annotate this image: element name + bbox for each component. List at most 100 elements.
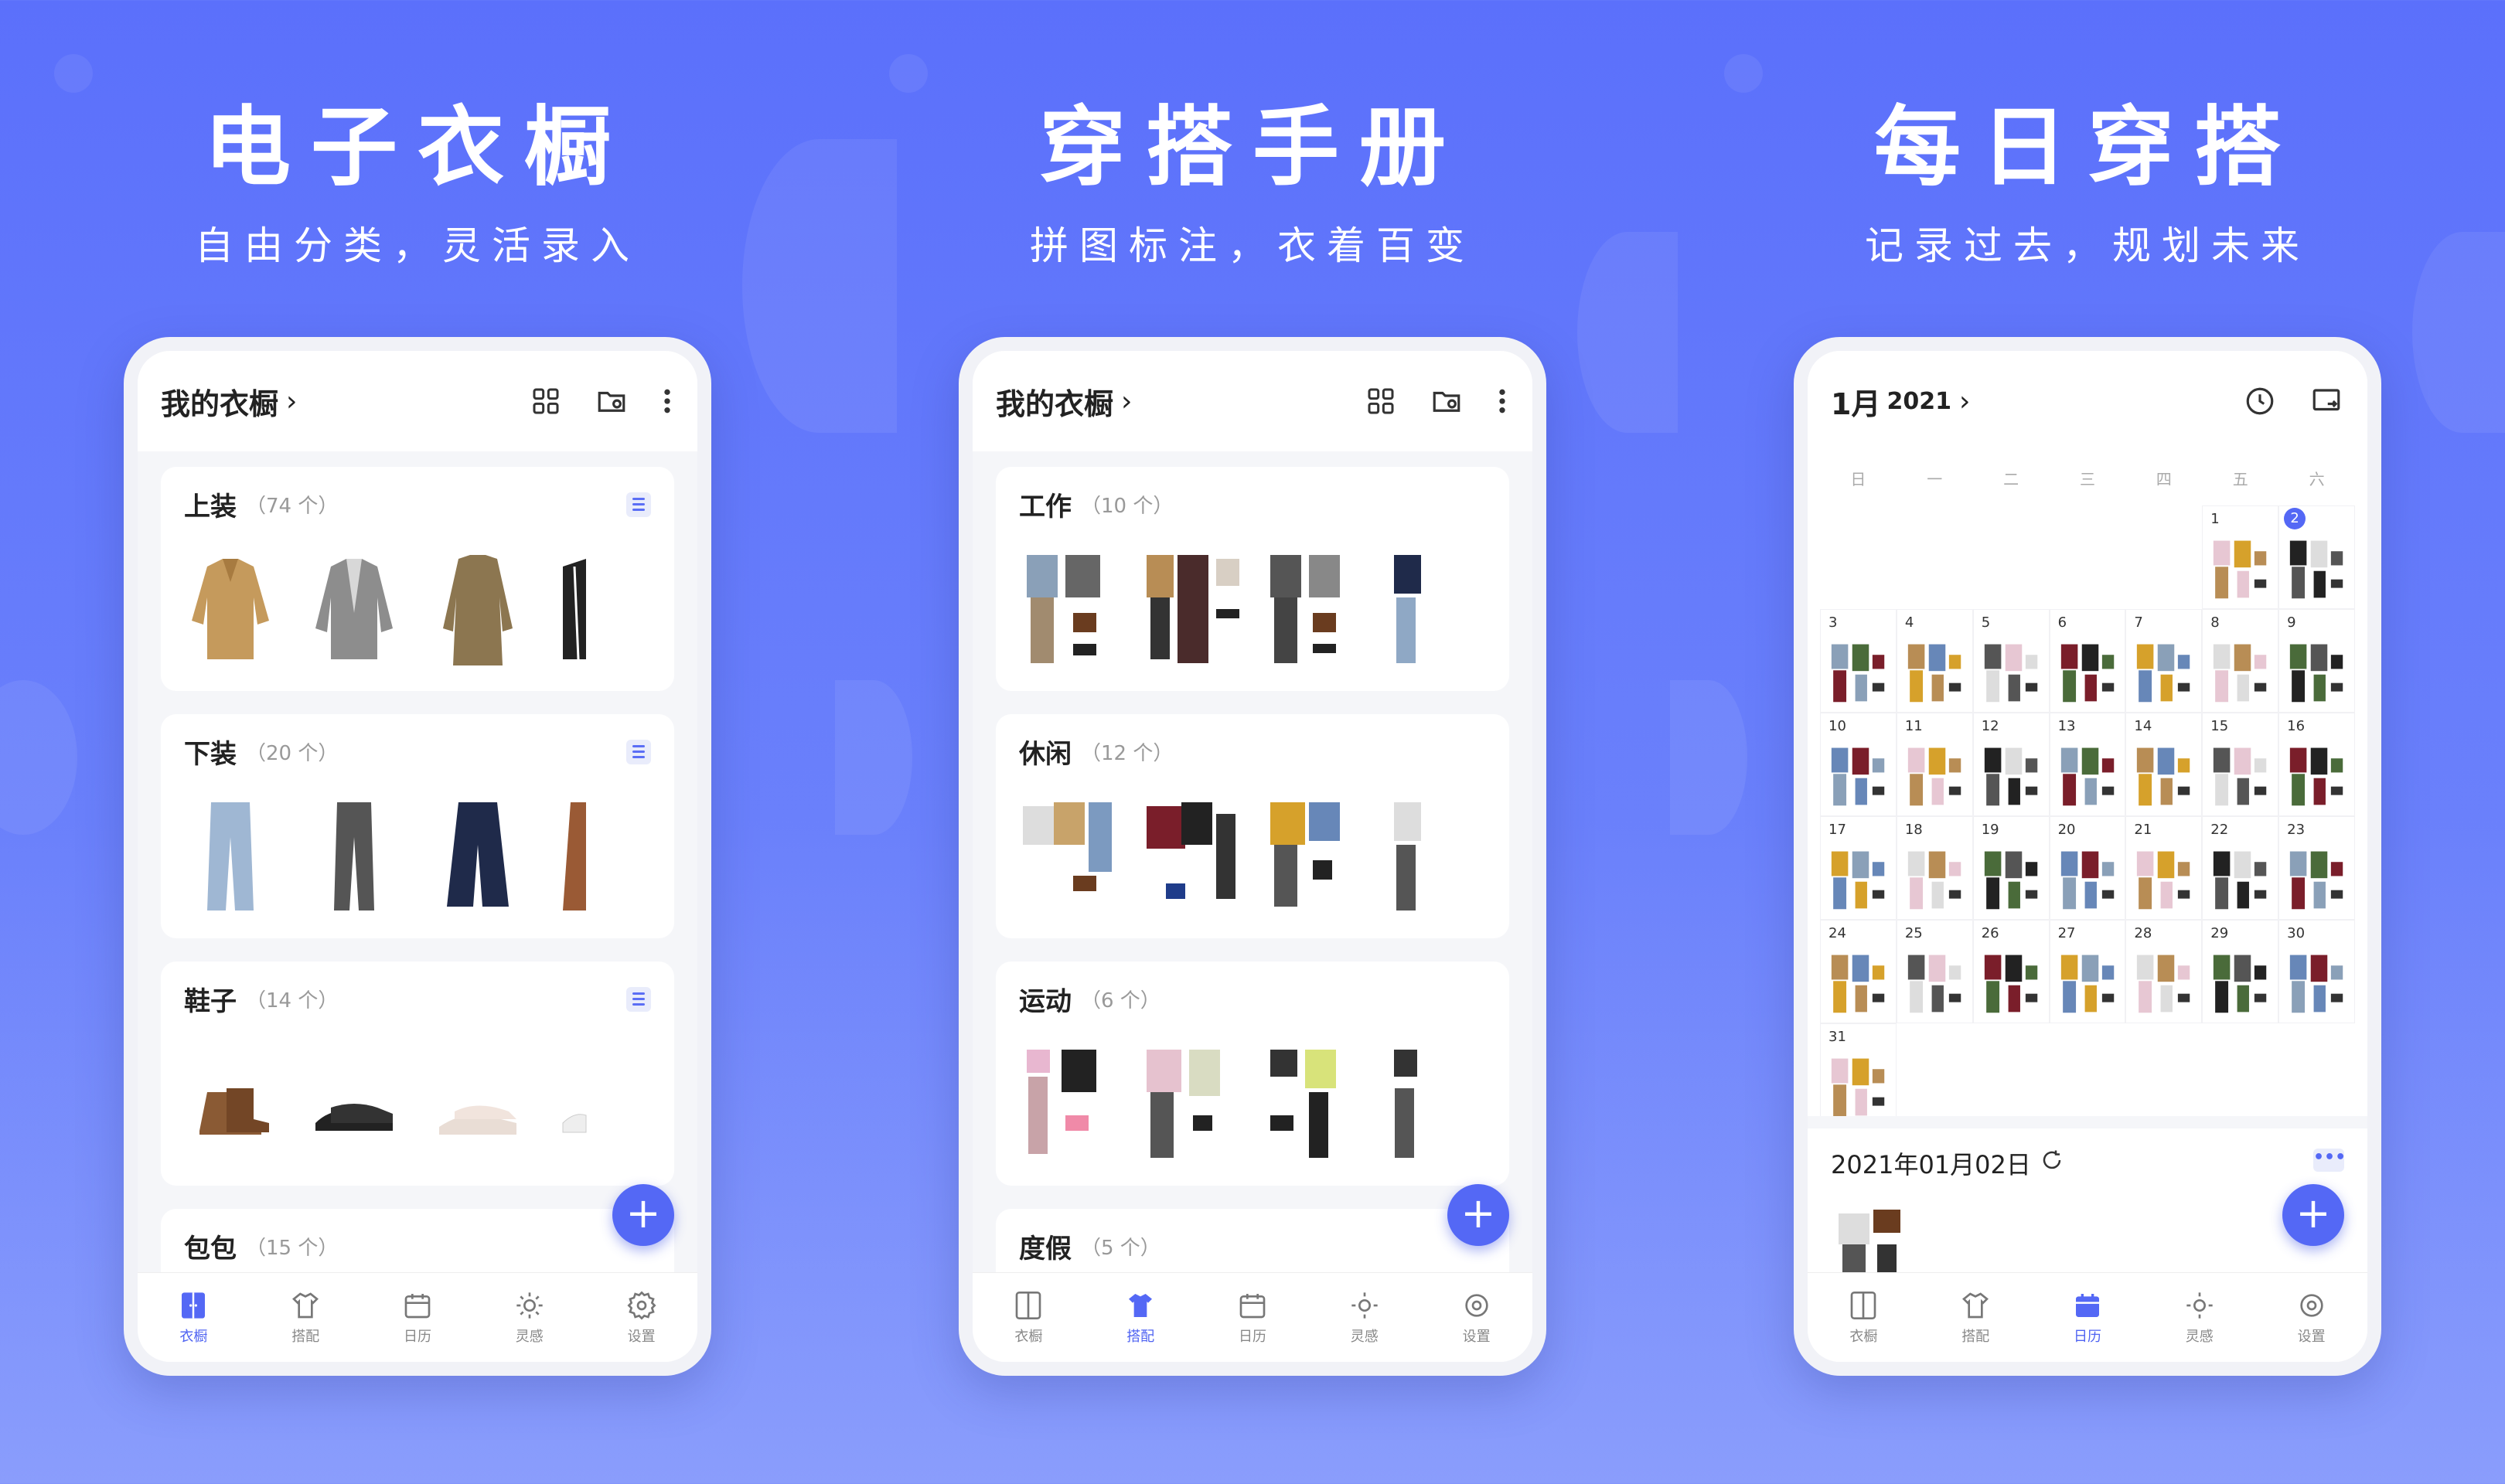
category-card-shoes[interactable]: 鞋子 （14 个）	[161, 962, 674, 1186]
tab-outfits[interactable]: 搭配	[1929, 1290, 2022, 1346]
list-menu-icon[interactable]	[626, 986, 651, 1012]
clothing-item-jeans[interactable]	[184, 798, 277, 914]
calendar-day-cell[interactable]: 6	[2049, 609, 2126, 713]
grid-icon[interactable]	[530, 386, 561, 417]
tab-wardrobe[interactable]: 衣橱	[1817, 1290, 1910, 1346]
calendar-day-cell[interactable]: 3	[1820, 609, 1897, 713]
category-card-tops[interactable]: 上装 （74 个）	[161, 467, 674, 691]
day-outfit-thumbnail[interactable]	[1831, 1206, 1924, 1283]
outfit-thumbnail[interactable]	[1019, 798, 1112, 914]
tab-outfits[interactable]: 搭配	[259, 1290, 352, 1346]
calendar-day-cell[interactable]: 14	[2125, 713, 2203, 816]
calendar-day-cell[interactable]: 9	[2278, 609, 2355, 713]
tab-inspiration[interactable]: 灵感	[2153, 1290, 2246, 1346]
outfit-thumbnail[interactable]	[1266, 798, 1359, 914]
calendar-day-cell[interactable]: 12	[1972, 713, 2050, 816]
more-vertical-icon[interactable]	[1497, 386, 1508, 417]
calendar-day-cell[interactable]: 20	[2049, 816, 2126, 920]
calendar-day-cell[interactable]: 18	[1896, 816, 1973, 920]
outfit-thumbnail[interactable]	[1390, 551, 1483, 667]
calendar-day-cell[interactable]: 29	[2202, 920, 2279, 1023]
tab-settings[interactable]: 设置	[2265, 1290, 2358, 1346]
refresh-icon[interactable]	[2040, 1149, 2064, 1178]
wardrobe-title-button[interactable]: 我的衣橱 ›	[161, 380, 297, 423]
calendar-day-cell[interactable]: 5	[1972, 609, 2050, 713]
tab-inspiration[interactable]: 灵感	[483, 1290, 576, 1346]
tab-settings[interactable]: 设置	[1430, 1290, 1523, 1346]
tab-wardrobe[interactable]: 衣橱	[982, 1290, 1075, 1346]
calendar-day-cell[interactable]: 8	[2202, 609, 2279, 713]
outfit-thumbnail[interactable]	[1143, 551, 1239, 667]
calendar-day-cell[interactable]: 17	[1820, 816, 1897, 920]
outfit-card-work[interactable]: 工作 （10 个）	[996, 467, 1509, 691]
tab-outfits[interactable]: 搭配	[1094, 1290, 1187, 1346]
folder-settings-icon[interactable]	[1430, 385, 1463, 417]
clothing-item-blazer[interactable]	[308, 551, 400, 667]
calendar-day-cell[interactable]: 31	[1820, 1023, 1897, 1127]
shoe-item-boots[interactable]	[184, 1046, 277, 1162]
calendar-day-cell[interactable]: 10	[1820, 713, 1897, 816]
outfit-card-casual[interactable]: 休闲 （12 个）	[996, 714, 1509, 938]
more-vertical-icon[interactable]	[662, 386, 673, 417]
category-name: 包包	[184, 1234, 237, 1264]
outfit-thumbnail[interactable]	[1266, 551, 1359, 667]
outfit-thumbnail[interactable]	[1266, 1046, 1359, 1162]
outfit-card-vacation[interactable]: 度假 （5 个）	[996, 1209, 1509, 1272]
folder-settings-icon[interactable]	[595, 385, 628, 417]
tab-calendar[interactable]: 日历	[2041, 1290, 2134, 1346]
calendar-day-cell[interactable]: 16	[2278, 713, 2355, 816]
grid-icon[interactable]	[1365, 386, 1396, 417]
calendar-day-cell[interactable]: 4	[1896, 609, 1973, 713]
calendar-day-cell[interactable]: 24	[1820, 920, 1897, 1023]
calendar-day-cell[interactable]: 22	[2202, 816, 2279, 920]
outfit-thumbnail[interactable]	[1390, 798, 1483, 914]
calendar-day-cell[interactable]: 30	[2278, 920, 2355, 1023]
calendar-day-cell[interactable]: 23	[2278, 816, 2355, 920]
clothing-item-hoodie[interactable]	[555, 551, 648, 667]
swap-icon[interactable]	[2310, 385, 2343, 417]
category-card-bags[interactable]: 包包 （15 个）	[161, 1209, 674, 1272]
calendar-day-cell[interactable]: 19	[1972, 816, 2050, 920]
add-button[interactable]: +	[612, 1184, 674, 1246]
list-menu-icon[interactable]	[626, 492, 651, 517]
calendar-day-cell[interactable]: 25	[1896, 920, 1973, 1023]
add-button[interactable]: +	[1447, 1184, 1509, 1246]
outfit-thumbnail[interactable]	[1390, 1046, 1483, 1162]
more-button[interactable]: •••	[2313, 1149, 2346, 1172]
clothing-item-culottes[interactable]	[431, 798, 524, 914]
list-menu-icon[interactable]	[626, 739, 651, 764]
calendar-day-cell[interactable]: 13	[2049, 713, 2126, 816]
month-selector[interactable]: 1月 2021 ›	[1831, 380, 1970, 423]
outfit-thumbnail[interactable]	[1143, 798, 1235, 914]
shoe-item-loafers[interactable]	[308, 1046, 400, 1162]
shoe-item-sneakers-white[interactable]	[555, 1046, 648, 1162]
add-button[interactable]: +	[2282, 1184, 2344, 1246]
clock-icon[interactable]	[2244, 385, 2276, 417]
clothing-item-jacket[interactable]	[184, 551, 277, 667]
calendar-day-cell[interactable]: 1	[2202, 505, 2279, 609]
calendar-day-number: 29	[2210, 925, 2229, 941]
tab-wardrobe[interactable]: 衣橱	[147, 1290, 240, 1346]
tab-inspiration[interactable]: 灵感	[1318, 1290, 1411, 1346]
outfit-thumbnail[interactable]	[1019, 551, 1112, 667]
category-card-bottoms[interactable]: 下装 （20 个）	[161, 714, 674, 938]
outfit-thumbnail[interactable]	[1019, 1046, 1112, 1162]
calendar-day-cell[interactable]: 27	[2049, 920, 2126, 1023]
clothing-item-trousers[interactable]	[308, 798, 400, 914]
calendar-day-cell[interactable]: 15	[2202, 713, 2279, 816]
wardrobe-title-button[interactable]: 我的衣橱 ›	[996, 380, 1132, 423]
calendar-day-cell[interactable]: 21	[2125, 816, 2203, 920]
shoe-item-sneakers-pink[interactable]	[431, 1046, 524, 1162]
calendar-day-cell[interactable]: 26	[1972, 920, 2050, 1023]
tab-calendar[interactable]: 日历	[1206, 1290, 1299, 1346]
tab-settings[interactable]: 设置	[595, 1290, 688, 1346]
clothing-item-coat[interactable]	[431, 551, 524, 667]
calendar-day-cell[interactable]: 7	[2125, 609, 2203, 713]
calendar-day-cell[interactable]: 28	[2125, 920, 2203, 1023]
calendar-day-cell[interactable]: 11	[1896, 713, 1973, 816]
calendar-day-cell[interactable]: 2	[2278, 505, 2355, 609]
outfit-thumbnail[interactable]	[1143, 1046, 1235, 1162]
clothing-item-skirt[interactable]	[555, 798, 648, 914]
tab-calendar[interactable]: 日历	[371, 1290, 464, 1346]
outfit-card-sports[interactable]: 运动 （6 个）	[996, 962, 1509, 1186]
